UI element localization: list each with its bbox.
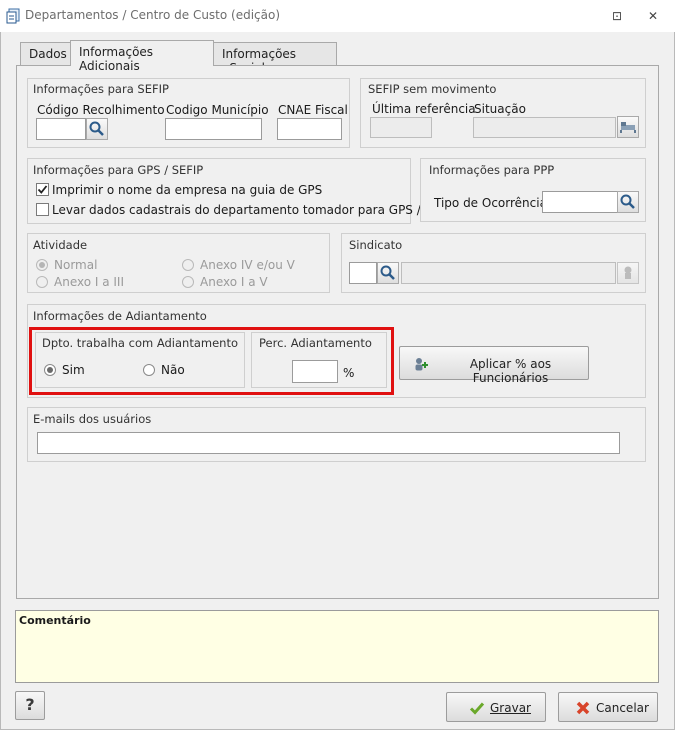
imprimir-nome-label: Imprimir o nome da empresa na guia de GP… [52,183,323,197]
situacao-action-button[interactable] [617,116,639,138]
perc-adiantamento-input[interactable] [292,360,338,383]
sefip-title: Informações para SEFIP [33,82,169,96]
tipo-ocorrencia-label: Tipo de Ocorrência [434,196,547,210]
sefip-mov-title: SEFIP sem movimento [368,82,497,96]
normal-radio[interactable] [36,259,48,271]
checkmark-icon [37,185,48,194]
search-icon [380,265,395,280]
adiantamento-title: Informações de Adiantamento [33,309,207,323]
nao-label: Não [161,363,185,377]
sindicato-search-button[interactable] [377,262,399,284]
emails-input[interactable] [37,432,620,454]
cod-municipio-input[interactable] [165,118,262,140]
ppp-title: Informações para PPP [429,163,555,177]
normal-label: Normal [54,258,98,272]
sindicato-code-input[interactable] [349,262,377,284]
cod-recolhimento-search-button[interactable] [86,118,108,140]
sim-radio[interactable] [44,364,56,376]
tipo-ocorrencia-search-button[interactable] [617,191,639,213]
person-icon [624,266,632,279]
cnae-label: CNAE Fiscal [278,103,348,117]
cod-recolhimento-input[interactable] [36,118,86,140]
perc-unit: % [343,366,355,380]
emails-title: E-mails dos usuários [33,412,152,426]
situacao-label: Situação [474,102,526,116]
sim-label: Sim [62,363,85,377]
sindicato-action-button[interactable] [617,262,639,284]
perc-adiantamento-title: Perc. Adiantamento [259,336,372,350]
dpto-adiantamento-title: Dpto. trabalha com Adiantamento [42,336,239,350]
aplicar-funcionarios-label: Aplicar % aos Funcionários [469,357,552,385]
search-icon [89,121,104,136]
sindicato-name-input[interactable] [401,262,616,284]
imprimir-nome-checkbox[interactable] [36,183,49,196]
atividade-title: Atividade [33,238,88,252]
cnae-input[interactable] [277,118,342,140]
anexo-i-v-label: Anexo I a V [200,275,268,289]
cod-recolhimento-label: Código Recolhimento [37,103,165,117]
levar-dados-label: Levar dados cadastrais do departamento t… [52,203,458,217]
search-icon [620,194,635,209]
bed-icon [620,122,636,133]
nao-radio[interactable] [143,364,155,376]
cod-municipio-label: Codigo Município [166,103,269,117]
ultima-ref-input[interactable] [370,117,432,138]
anexo-i-v-radio[interactable] [182,276,194,288]
sindicato-title: Sindicato [349,238,403,252]
situacao-input[interactable] [473,117,616,138]
aplicar-funcionarios-button[interactable]: Aplicar % aos Funcionários [399,346,589,385]
tipo-ocorrencia-input[interactable] [542,191,618,213]
anexo-iv-radio[interactable] [182,259,194,271]
add-user-icon [415,358,428,371]
anexo-i-iii-radio[interactable] [36,276,48,288]
gps-title: Informações para GPS / SEFIP [33,163,204,177]
levar-dados-checkbox[interactable] [36,203,49,216]
anexo-iv-label: Anexo IV e/ou V [200,258,295,272]
anexo-i-iii-label: Anexo I a III [54,275,125,289]
ultima-ref-label: Última referência [372,102,476,116]
